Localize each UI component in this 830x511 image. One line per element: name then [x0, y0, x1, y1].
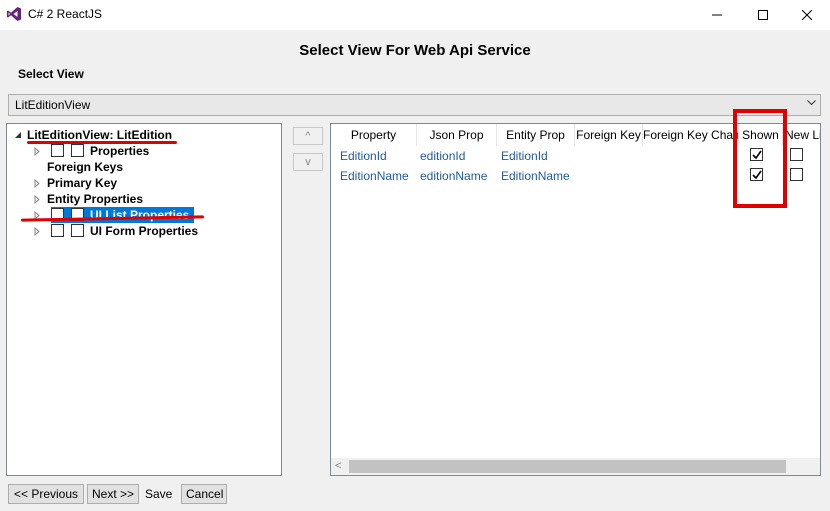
maximize-button[interactable]	[740, 0, 786, 30]
cell-property[interactable]: EditionId	[340, 146, 387, 166]
previous-button[interactable]: << Previous	[8, 484, 84, 504]
window-title: C# 2 ReactJS	[28, 7, 103, 21]
tree-node-foreign-keys[interactable]: Foreign Keys	[7, 159, 277, 175]
expanded-arrow-icon	[15, 132, 21, 138]
column-header-property[interactable]: Property	[331, 124, 417, 146]
cell-entity-prop[interactable]: EditionName	[501, 166, 570, 186]
tree-node-label: Primary Key	[47, 176, 118, 190]
ui-form-checkbox-1[interactable]	[51, 224, 64, 237]
chevron-down-icon	[807, 100, 816, 106]
column-header-json-prop[interactable]: Json Prop	[417, 124, 497, 146]
close-button[interactable]	[784, 0, 830, 30]
tree-node-label: UI Form Properties	[90, 224, 199, 238]
column-header-new-line[interactable]: New Li	[783, 124, 820, 146]
tree-view[interactable]: LitEditionView: LitEdition Properties Fo…	[6, 123, 282, 476]
maximize-icon	[758, 10, 768, 20]
move-up-button[interactable]: ^	[293, 127, 323, 145]
column-header-foreign-key-chain[interactable]: Foreign Key Chain	[643, 124, 739, 146]
properties-checkbox-1[interactable]	[51, 144, 64, 157]
column-header-foreign-key[interactable]: Foreign Key	[575, 124, 643, 146]
collapsed-arrow-icon	[34, 179, 40, 188]
dialog-title: Select View For Web Api Service	[299, 42, 531, 59]
new-line-checkbox-row-1[interactable]	[790, 148, 803, 161]
collapsed-arrow-icon	[34, 147, 40, 156]
title-bar: C# 2 ReactJS	[0, 0, 830, 30]
view-selector-dropdown[interactable]: LitEditionView	[8, 94, 821, 116]
tree-node-entity-properties[interactable]: Entity Properties	[7, 191, 277, 207]
cell-entity-prop[interactable]: EditionId	[501, 146, 548, 166]
horizontal-scrollbar[interactable]: <	[331, 458, 820, 475]
tree-node-ui-form-properties[interactable]: UI Form Properties	[7, 223, 277, 239]
scroll-left-arrow[interactable]: <	[335, 460, 341, 472]
annotation-underline	[27, 141, 177, 144]
minimize-button[interactable]	[694, 0, 740, 30]
cell-json-prop[interactable]: editionName	[420, 166, 487, 186]
new-line-checkbox-row-2[interactable]	[790, 168, 803, 181]
minimize-icon	[712, 14, 722, 16]
scrollbar-thumb[interactable]	[349, 460, 786, 473]
view-selector-value: LitEditionView	[15, 98, 91, 112]
tree-node-label: Foreign Keys	[47, 160, 124, 174]
column-header-entity-prop[interactable]: Entity Prop	[497, 124, 575, 146]
collapsed-arrow-icon	[34, 195, 40, 204]
cell-property[interactable]: EditionName	[340, 166, 409, 186]
annotation-box	[733, 109, 787, 208]
collapsed-arrow-icon	[34, 227, 40, 236]
move-down-button[interactable]: v	[293, 153, 323, 171]
tree-node-properties[interactable]: Properties	[7, 143, 277, 159]
close-icon	[802, 10, 812, 20]
tree-node-label: Entity Properties	[47, 192, 144, 206]
ui-form-checkbox-2[interactable]	[71, 224, 84, 237]
properties-checkbox-2[interactable]	[71, 144, 84, 157]
visual-studio-icon	[6, 6, 22, 22]
cell-json-prop[interactable]: editionId	[420, 146, 465, 166]
tree-node-label: Properties	[90, 144, 150, 158]
save-button[interactable]: Save	[145, 487, 172, 501]
cancel-button[interactable]: Cancel	[181, 484, 227, 504]
tree-node-primary-key[interactable]: Primary Key	[7, 175, 277, 191]
next-button[interactable]: Next >>	[87, 484, 139, 504]
select-view-label: Select View	[18, 67, 84, 81]
